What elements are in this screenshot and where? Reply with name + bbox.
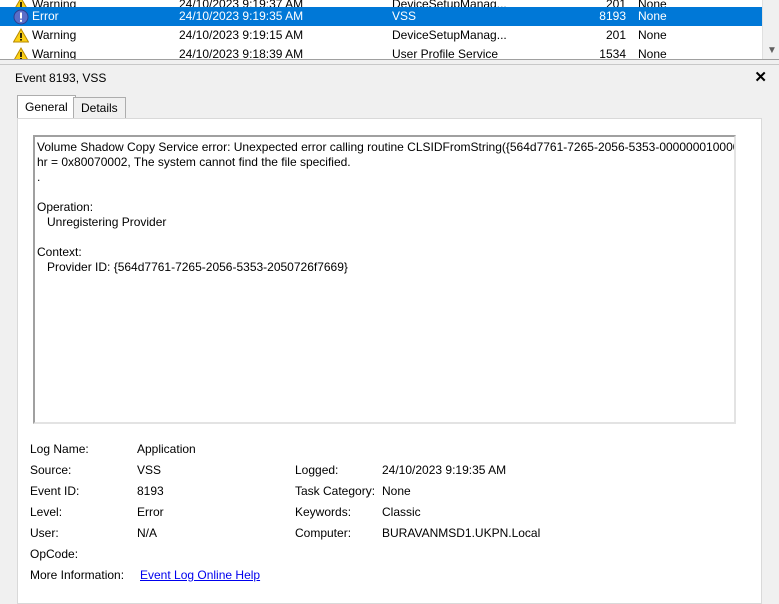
event-id: 1534 [599,47,626,60]
event-list[interactable]: Warning 24/10/2023 9:19:37 AM DeviceSetupM… [0,0,779,60]
scroll-down-icon[interactable]: ▼ [767,45,777,56]
tab-general[interactable]: General [17,95,76,119]
event-row[interactable]: Error 24/10/2023 9:19:35 AM VSS 8193 None [0,7,762,26]
computer-label: Computer: [295,526,352,540]
log-name-value: Application [137,442,196,456]
warning-icon [13,46,29,59]
user-label: User: [30,526,59,540]
description-line: hr = 0x80070002, The system cannot find … [37,155,351,169]
task-category-label: Task Category: [295,484,376,498]
description-line [37,230,732,245]
event-description[interactable]: Volume Shadow Copy Service error: Unexpe… [33,135,736,424]
computer-value: BURAVANMSD1.UKPN.Local [382,526,541,540]
event-log-online-help-link[interactable]: Event Log Online Help [140,568,260,582]
event-id: 8193 [599,9,626,23]
event-level: Warning [32,28,77,42]
event-date: 24/10/2023 9:19:15 AM [179,28,304,42]
event-source: User Profile Service [392,47,499,60]
opcode-label: OpCode: [30,547,79,561]
event-detail-pane: Event 8193, VSS ✕ General Details Volume… [0,64,779,604]
description-line: Provider ID: {564d7761-7265-2056-5353-20… [37,260,348,274]
error-icon [13,9,29,25]
description-line [37,185,732,200]
event-id-value: 8193 [137,484,164,498]
task-category-value: None [382,484,411,498]
event-date: 24/10/2023 9:19:35 AM [179,9,304,23]
event-id: 201 [605,28,626,42]
keywords-label: Keywords: [295,505,352,519]
event-category: None [638,28,667,42]
event-level: Warning [32,47,77,60]
description-line: Operation: [37,200,94,214]
level-value: Error [137,505,164,519]
user-value: N/A [137,526,158,540]
event-category: None [638,9,667,23]
description-line: Volume Shadow Copy Service error: Unexpe… [37,140,736,154]
source-value: VSS [137,463,162,477]
description-line: Context: [37,245,82,259]
tab-details[interactable]: Details [73,97,126,119]
event-row[interactable]: Warning 24/10/2023 9:18:39 AM User Profile… [0,45,762,60]
source-label: Source: [30,463,72,477]
event-level: Error [32,9,59,23]
event-row[interactable]: Warning 24/10/2023 9:19:15 AM DeviceSetupM… [0,26,762,45]
event-list-scrollbar[interactable]: ▼ [762,0,779,59]
close-icon[interactable]: ✕ [754,68,767,86]
event-source: DeviceSetupManag... [392,28,507,42]
logged-label: Logged: [295,463,339,477]
level-label: Level: [30,505,63,519]
event-id-label: Event ID: [30,484,80,498]
event-category: None [638,47,667,60]
log-name-label: Log Name: [30,442,89,456]
description-line: Unregistering Provider [37,215,167,229]
more-information-label: More Information: [30,568,125,582]
keywords-value: Classic [382,505,421,519]
general-tab-body: Volume Shadow Copy Service error: Unexpe… [17,118,762,604]
warning-icon [12,27,30,43]
event-date: 24/10/2023 9:18:39 AM [179,47,304,60]
logged-value: 24/10/2023 9:19:35 AM [382,463,507,477]
event-detail-title: Event 8193, VSS [15,71,107,85]
event-source: VSS [392,9,417,23]
description-line: . [37,170,41,184]
